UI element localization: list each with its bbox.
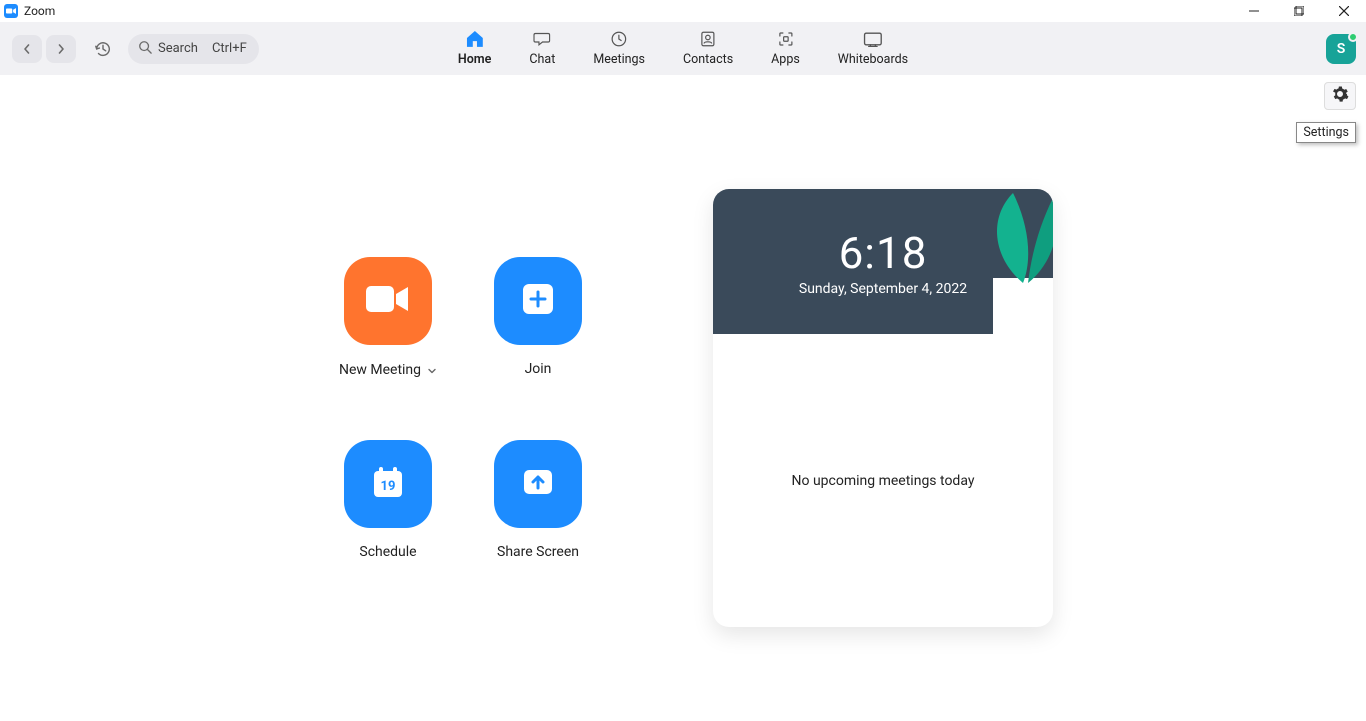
action-share-screen: Share Screen [463, 440, 613, 560]
nav-tabs: Home Chat Meetings Contacts Apps [454, 22, 912, 75]
tab-label: Chat [529, 52, 555, 67]
profile-button[interactable]: S [1326, 34, 1356, 64]
no-meetings-message: No upcoming meetings today [792, 473, 975, 489]
avatar-initial: S [1337, 41, 1346, 57]
action-new-meeting: New Meeting [313, 257, 463, 380]
tab-contacts[interactable]: Contacts [679, 22, 737, 75]
video-icon [364, 282, 412, 320]
calendar-panel: 6:18 Sunday, September 4, 2022 No upcomi… [713, 189, 1053, 627]
join-button[interactable] [494, 257, 582, 345]
nav-back-button[interactable] [12, 35, 42, 63]
new-meeting-label-row[interactable]: New Meeting [339, 361, 437, 380]
clock-icon [610, 28, 628, 50]
action-join: Join [463, 257, 613, 380]
main-toolbar: Search Ctrl+F Home Chat Meetings Conta [0, 22, 1366, 75]
share-screen-icon [520, 464, 556, 504]
calendar-panel-body: No upcoming meetings today [713, 334, 1053, 627]
tab-whiteboards[interactable]: Whiteboards [834, 22, 912, 75]
nav-forward-button[interactable] [46, 35, 76, 63]
tab-home[interactable]: Home [454, 22, 496, 75]
app-title: Zoom [24, 4, 55, 18]
maximize-button[interactable] [1276, 0, 1321, 22]
action-label: New Meeting [339, 362, 421, 378]
presence-indicator [1348, 32, 1358, 42]
search-label: Search [158, 41, 198, 56]
settings-area: Settings [1324, 82, 1356, 110]
tab-label: Whiteboards [838, 52, 908, 67]
tab-meetings[interactable]: Meetings [589, 22, 649, 75]
minimize-button[interactable] [1231, 0, 1276, 22]
clock-time: 6:18 [839, 227, 928, 279]
share-screen-button[interactable] [494, 440, 582, 528]
title-bar-left: Zoom [4, 4, 55, 18]
plant-decoration-icon [973, 189, 1053, 334]
svg-text:19: 19 [381, 479, 396, 494]
search-shortcut: Ctrl+F [212, 41, 247, 56]
search-input[interactable]: Search Ctrl+F [128, 34, 259, 64]
action-label: Schedule [359, 544, 416, 560]
contact-icon [699, 28, 717, 50]
close-button[interactable] [1321, 0, 1366, 22]
tab-apps[interactable]: Apps [767, 22, 804, 75]
action-label: Join [525, 361, 552, 377]
tab-label: Contacts [683, 52, 733, 67]
zoom-app-icon [4, 4, 18, 18]
schedule-button[interactable]: 19 [344, 440, 432, 528]
actions-grid: New Meeting Join 19 Schedule [313, 257, 613, 560]
new-meeting-button[interactable] [344, 257, 432, 345]
plus-icon [521, 282, 555, 320]
action-schedule: 19 Schedule [313, 440, 463, 560]
settings-tooltip: Settings [1296, 122, 1356, 143]
window-controls [1231, 0, 1366, 22]
tab-label: Home [458, 52, 492, 67]
tab-label: Meetings [593, 52, 645, 67]
calendar-icon: 19 [368, 462, 408, 506]
tab-label: Apps [771, 52, 800, 67]
search-icon [138, 39, 152, 58]
whiteboard-icon [863, 28, 883, 50]
home-icon [465, 28, 485, 50]
title-bar: Zoom [0, 0, 1366, 22]
settings-button[interactable] [1324, 82, 1356, 110]
home-main: New Meeting Join 19 Schedule [0, 75, 1366, 721]
clock-date: Sunday, September 4, 2022 [799, 281, 967, 297]
tab-chat[interactable]: Chat [525, 22, 559, 75]
calendar-panel-header: 6:18 Sunday, September 4, 2022 [713, 189, 1053, 334]
action-label: Share Screen [497, 544, 579, 560]
apps-icon [776, 28, 794, 50]
chat-icon [532, 28, 552, 50]
chevron-down-icon [427, 361, 437, 380]
gear-icon [1331, 85, 1349, 107]
history-button[interactable] [88, 35, 118, 63]
nav-group [12, 35, 118, 63]
